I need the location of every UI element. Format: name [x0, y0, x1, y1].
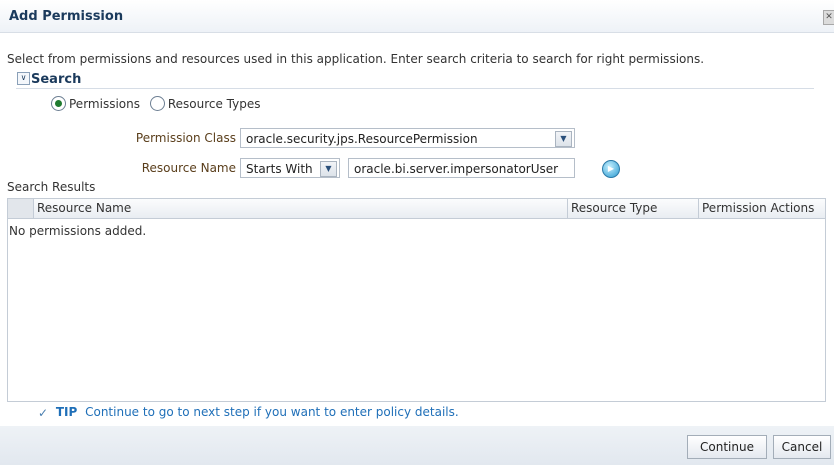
search-results-table: Resource Name Resource Type Permission A…	[7, 198, 826, 402]
resource-name-input-value: oracle.bi.server.impersonatorUser	[354, 162, 559, 176]
resource-types-radio-label[interactable]: Resource Types	[168, 97, 261, 111]
resource-name-label: Resource Name	[141, 161, 236, 175]
cancel-button[interactable]: Cancel	[773, 435, 831, 459]
select-all-column[interactable]	[8, 199, 33, 218]
column-permission-actions[interactable]: Permission Actions	[698, 199, 825, 218]
dialog-title: Add Permission	[9, 9, 124, 24]
dialog-description: Select from permissions and resources us…	[7, 52, 705, 66]
resource-types-radio[interactable]	[149, 96, 165, 111]
search-type-radio-group: Permissions Resource Types	[51, 96, 266, 114]
tip-label: TIP	[55, 405, 78, 419]
resource-name-operator-select[interactable]: Starts With ▼	[240, 158, 340, 178]
dialog-titlebar: Add Permission ✕	[0, 0, 834, 33]
search-section-header[interactable]: Search	[31, 72, 81, 87]
tip-message: ✓ TIP Continue to go to next step if you…	[38, 405, 459, 420]
permission-class-select[interactable]: oracle.security.jps.ResourcePermission ▼	[240, 128, 575, 148]
disclose-toggle-icon[interactable]: ∨	[17, 72, 30, 85]
dialog-footer: Continue Cancel	[0, 426, 834, 465]
permissions-radio-label[interactable]: Permissions	[69, 97, 140, 111]
add-permission-dialog: Add Permission ✕ Select from permissions…	[0, 0, 834, 465]
permissions-radio[interactable]	[51, 96, 66, 111]
checkmark-tip-icon: ✓	[38, 405, 49, 420]
table-header: Resource Name Resource Type Permission A…	[8, 199, 825, 219]
permission-class-value: oracle.security.jps.ResourcePermission	[246, 132, 478, 146]
empty-results-message: No permissions added.	[9, 224, 147, 238]
tip-text: Continue to go to next step if you want …	[85, 405, 459, 419]
close-icon[interactable]: ✕	[823, 10, 834, 25]
column-resource-type[interactable]: Resource Type	[567, 199, 698, 218]
column-resource-name[interactable]: Resource Name	[33, 199, 567, 218]
search-go-icon[interactable]: ▶	[602, 160, 620, 178]
permission-class-label: Permission Class	[135, 131, 236, 145]
search-divider	[16, 88, 814, 89]
chevron-down-icon[interactable]: ▼	[320, 161, 337, 177]
resource-name-input[interactable]: oracle.bi.server.impersonatorUser	[348, 158, 575, 178]
search-results-label: Search Results	[7, 180, 96, 194]
chevron-down-icon[interactable]: ▼	[555, 131, 572, 147]
resource-name-operator-value: Starts With	[246, 162, 313, 176]
continue-button[interactable]: Continue	[687, 435, 767, 459]
